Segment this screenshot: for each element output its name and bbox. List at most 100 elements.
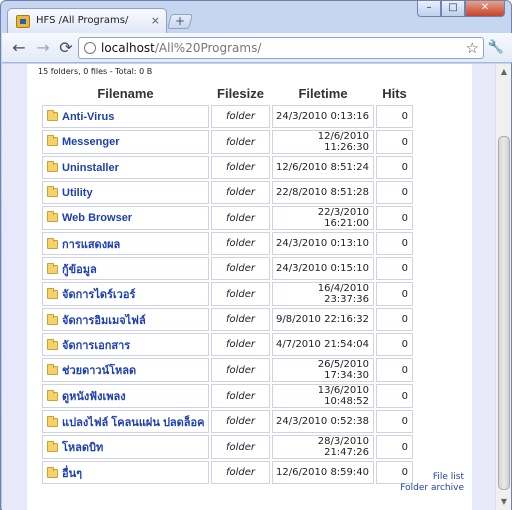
folder-icon [47,185,58,197]
hits-cell: 0 [376,130,413,154]
browser-window: HFS /All Programs/ × + – □ ✕ ← → ⟳ local… [0,0,512,510]
folder-link[interactable]: โหลดบิท [62,442,103,454]
back-arrow-icon[interactable]: ← [10,39,28,57]
vertical-scrollbar[interactable]: ▲ ▼ [495,64,511,510]
folder-link[interactable]: จัดการเอกสาร [62,340,130,352]
tab-hfs[interactable]: HFS /All Programs/ × [7,8,167,34]
header-filename[interactable]: Filename [42,84,209,103]
table-row: อื่นๆ folder 12/6/2010 8:59:40 0 [42,461,413,484]
folder-icon [47,237,58,249]
filesize-cell: folder [211,105,270,128]
tab-title: HFS /All Programs/ [36,15,129,26]
scroll-up-arrow-icon[interactable]: ▲ [496,64,512,80]
hits-cell: 0 [376,282,413,306]
tab-close-icon[interactable]: × [151,14,160,27]
scrollbar-thumb[interactable] [498,136,510,490]
table-row: Messenger folder 12/6/2010 11:26:30 0 [42,130,413,154]
maximize-button[interactable]: □ [441,1,465,17]
hits-cell: 0 [376,435,413,459]
folder-archive-link[interactable]: Folder archive [400,483,464,494]
header-filetime[interactable]: Filetime [272,84,374,103]
folder-link[interactable]: อื่นๆ [62,468,82,480]
filetime-cell: 26/5/2010 17:34:30 [272,358,374,382]
folder-icon [47,313,58,325]
folder-icon [47,338,58,350]
hits-cell: 0 [376,333,413,356]
folder-icon [47,262,58,274]
wrench-menu-icon[interactable]: 🔧 [488,40,504,55]
table-row: โหลดบิท folder 28/3/2010 21:47:26 0 [42,435,413,459]
scroll-down-arrow-icon[interactable]: ▼ [496,494,512,510]
url-text: localhost/All%20Programs/ [101,41,261,55]
hits-cell: 0 [376,105,413,128]
folder-icon [47,390,58,401]
folder-icon [47,364,58,375]
filesize-cell: folder [211,435,270,459]
filesize-cell: folder [211,206,270,230]
folder-link[interactable]: จัดการอิมเมจไฟล์ [62,315,146,327]
hits-cell: 0 [376,181,413,204]
filetime-cell: 12/6/2010 11:26:30 [272,130,374,154]
folder-link[interactable]: การแสดงผล [62,239,120,251]
folder-icon [47,160,58,172]
folder-icon [47,415,58,427]
close-window-button[interactable]: ✕ [465,1,505,17]
folder-link[interactable]: Anti-Virus [62,111,114,123]
window-controls: – □ ✕ [417,1,505,17]
hits-cell: 0 [376,384,413,408]
folder-link[interactable]: ดูหนังฟังเพลง [62,391,126,403]
new-tab-button[interactable]: + [166,14,194,29]
filesize-cell: folder [211,181,270,204]
filename-cell: Anti-Virus [42,105,209,128]
filesize-cell: folder [211,232,270,255]
file-list-link[interactable]: File list [400,472,464,483]
url-path: /All%20Programs/ [154,41,262,55]
filetime-cell: 24/3/2010 0:15:10 [272,257,374,280]
table-row: จัดการเอกสาร folder 4/7/2010 21:54:04 0 [42,333,413,356]
file-table: Filename Filesize Filetime Hits Anti-Vir… [40,82,415,486]
folder-link[interactable]: Utility [62,187,93,199]
filesize-cell: folder [211,384,270,408]
table-row: จัดการอิมเมจไฟล์ folder 9/8/2010 22:16:32 0 [42,308,413,331]
forward-arrow-icon[interactable]: → [34,39,52,57]
filename-cell: ช่วยดาวน์โหลด [42,358,209,382]
header-hits[interactable]: Hits [376,84,413,103]
filetime-cell: 24/3/2010 0:13:16 [272,105,374,128]
minimize-button[interactable]: – [417,1,441,17]
filename-cell: Messenger [42,130,209,154]
folder-summary: 15 folders, 0 files - Total: 0 B [38,67,153,76]
footer-links: File list Folder archive [400,472,464,494]
folder-link[interactable]: จัดการไดร์เวอร์ [62,289,135,301]
filesize-cell: folder [211,130,270,154]
header-filesize[interactable]: Filesize [211,84,270,103]
table-row: กู้ข้อมูล folder 24/3/2010 0:15:10 0 [42,257,413,280]
filename-cell: การแสดงผล [42,232,209,255]
folder-link[interactable]: กู้ข้อมูล [62,264,97,276]
hfs-favicon-icon [16,15,30,28]
folder-link[interactable]: Uninstaller [62,162,119,174]
folder-link[interactable]: Web Browser [62,212,132,224]
filesize-cell: folder [211,257,270,280]
folder-link[interactable]: ช่วยดาวน์โหลด [62,365,136,377]
table-row: Utility folder 22/8/2010 8:51:28 0 [42,181,413,204]
reload-icon[interactable]: ⟳ [57,39,75,57]
filetime-cell: 22/8/2010 8:51:28 [272,181,374,204]
filename-cell: ดูหนังฟังเพลง [42,384,209,408]
table-row: Uninstaller folder 12/6/2010 8:51:24 0 [42,156,413,179]
bookmark-star-icon[interactable]: ☆ [466,39,479,57]
address-bar[interactable]: localhost/All%20Programs/ ☆ [78,37,484,59]
url-host: localhost [101,41,155,55]
hits-cell: 0 [376,156,413,179]
filetime-cell: 16/4/2010 23:37:36 [272,282,374,306]
table-header-row: Filename Filesize Filetime Hits [42,84,413,103]
folder-link[interactable]: แปลงไฟล์ โคลนแผ่น ปลดล็อค [62,417,205,429]
filename-cell: อื่นๆ [42,461,209,484]
filetime-cell: 9/8/2010 22:16:32 [272,308,374,331]
filename-cell: แปลงไฟล์ โคลนแผ่น ปลดล็อค [42,410,209,433]
globe-icon [84,42,96,54]
filename-cell: จัดการเอกสาร [42,333,209,356]
folder-icon [47,288,58,299]
folder-link[interactable]: Messenger [62,136,119,148]
filesize-cell: folder [211,308,270,331]
filename-cell: โหลดบิท [42,435,209,459]
